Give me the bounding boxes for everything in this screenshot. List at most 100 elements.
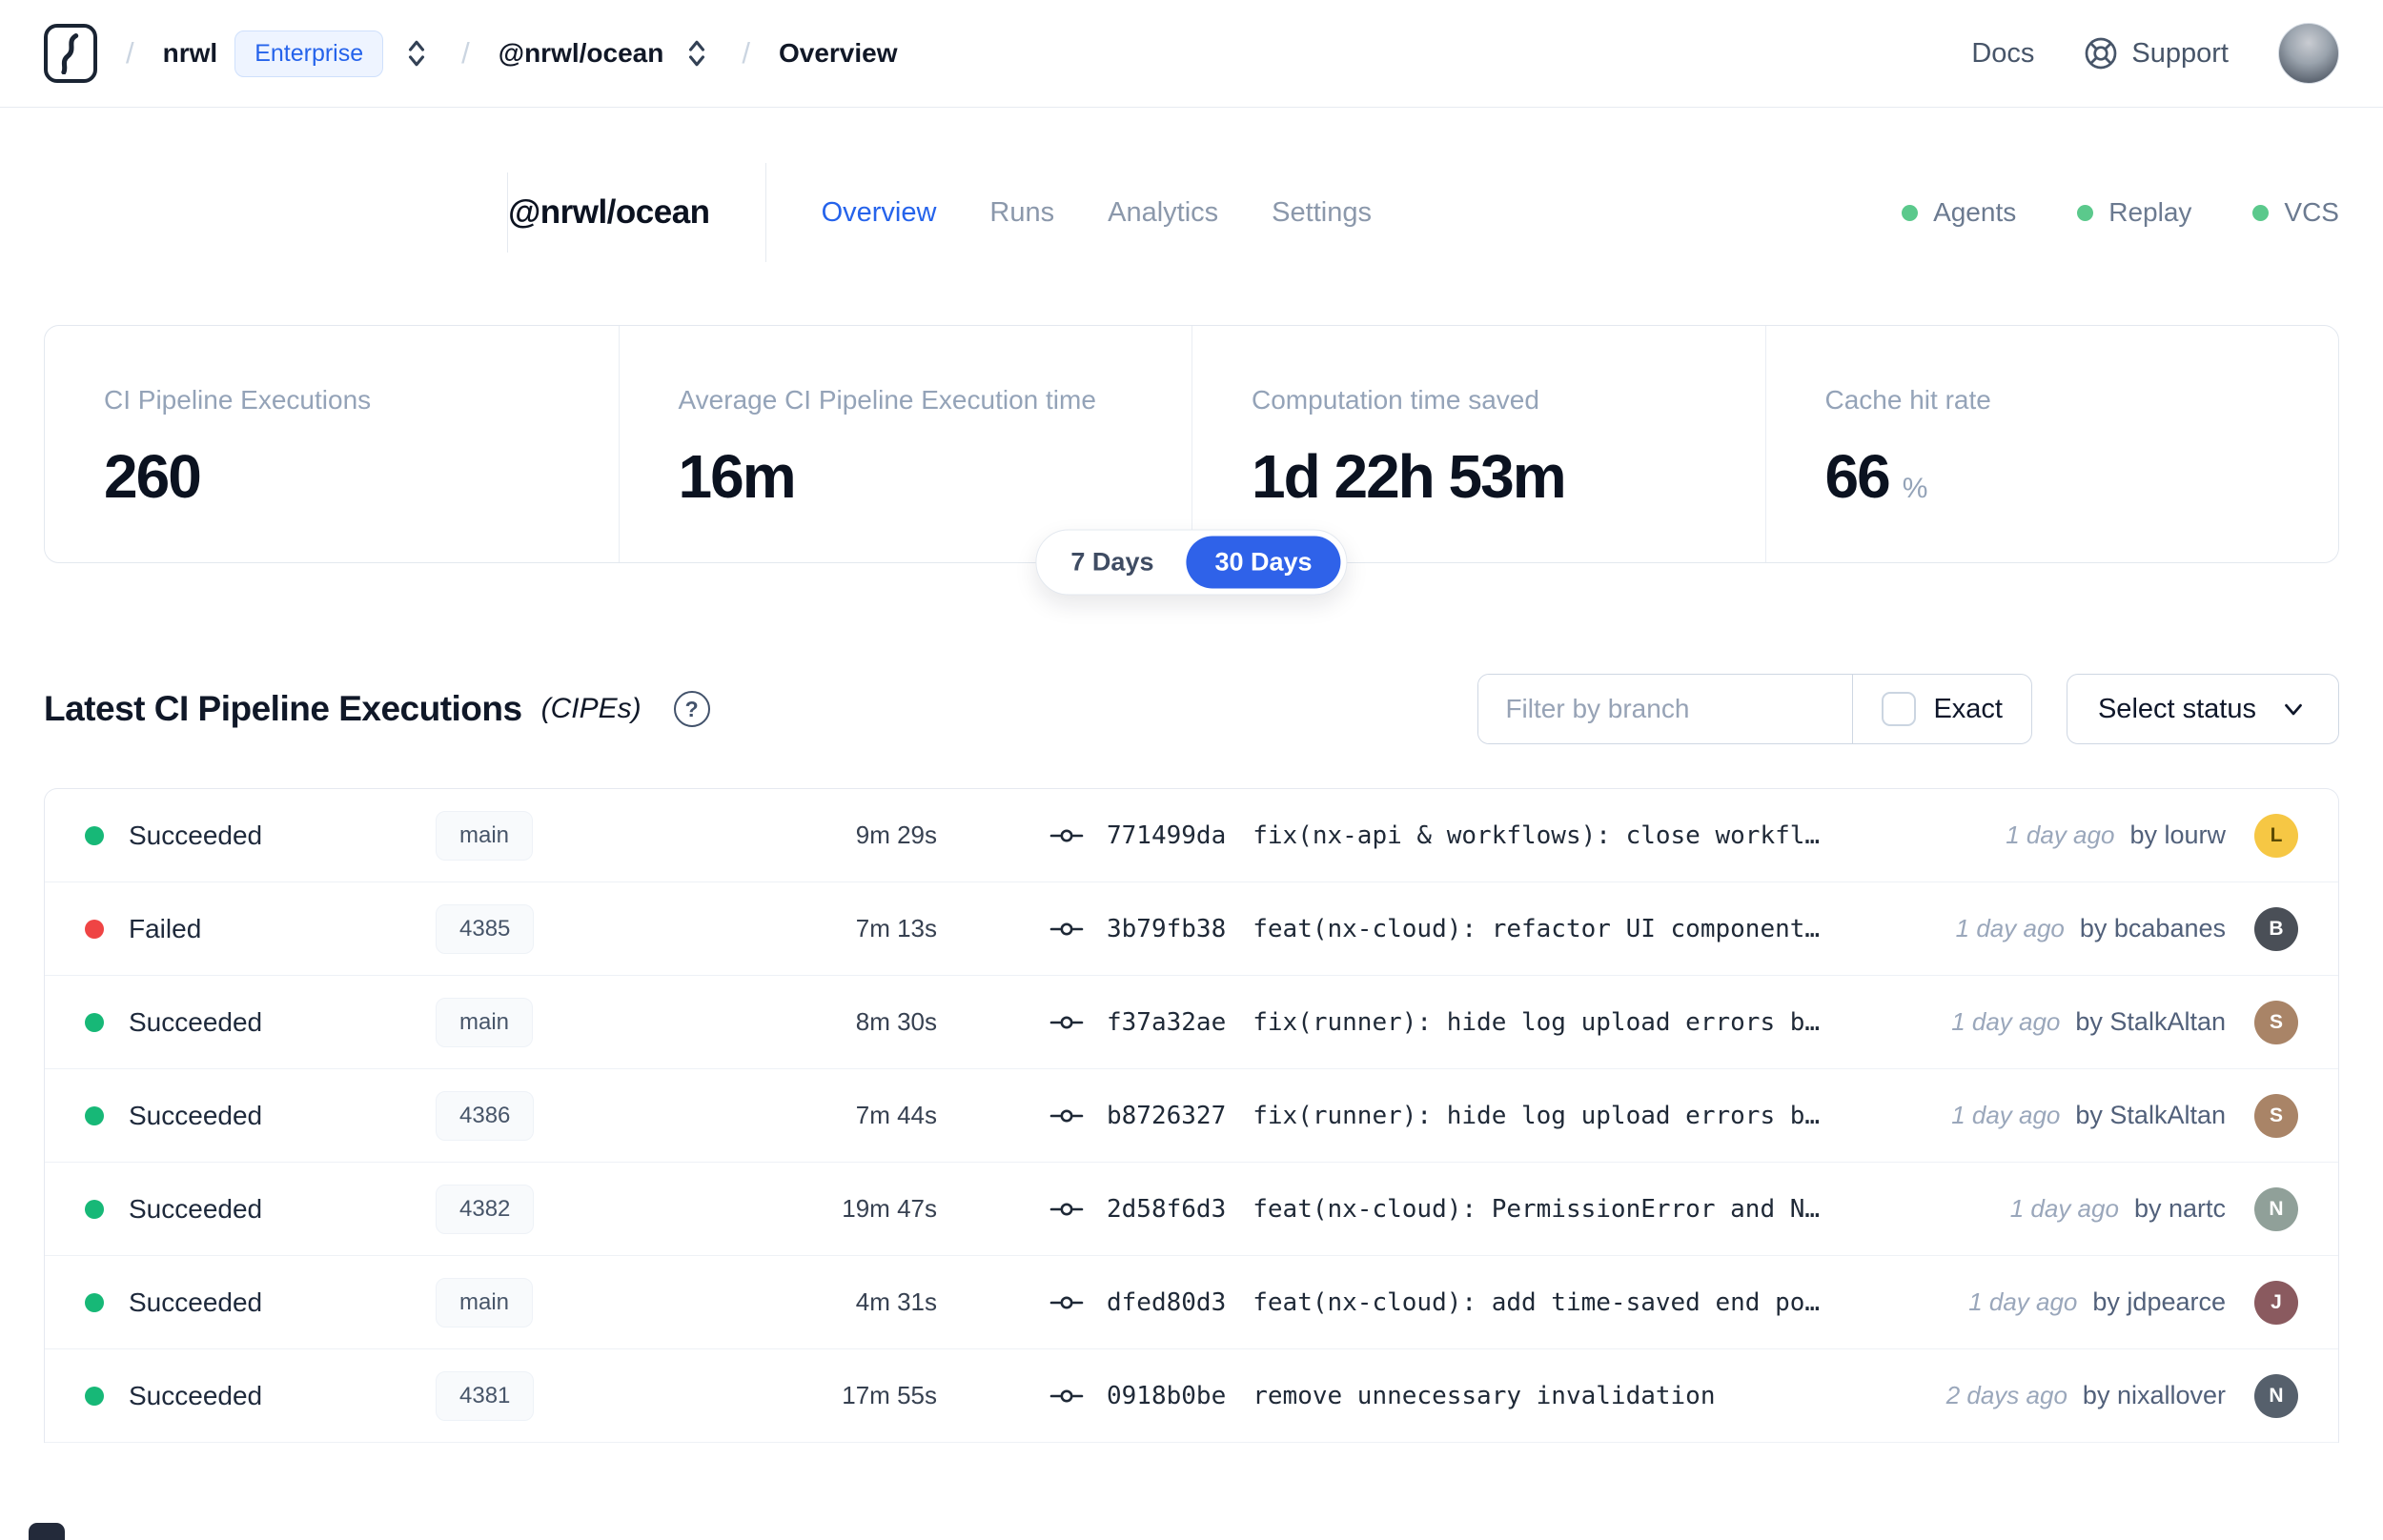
status-dot-icon bbox=[85, 1105, 104, 1125]
metric-card: Cache hit rate 66 % bbox=[1764, 326, 2339, 562]
status-label: Failed bbox=[129, 913, 202, 943]
workspace-tab[interactable]: Runs bbox=[989, 197, 1054, 229]
cipe-row[interactable]: Succeeded 4381 17m 55s 0918b0be remove u… bbox=[45, 1349, 2338, 1443]
enterprise-badge: Enterprise bbox=[234, 30, 384, 77]
chevron-down-icon bbox=[2285, 703, 2302, 716]
cipe-row[interactable]: Succeeded 4386 7m 44s b8726327 fix(runne… bbox=[45, 1069, 2338, 1163]
cipe-table: Succeeded main 9m 29s 771499da fix(nx-ap… bbox=[44, 788, 2339, 1443]
service-statuses: Agents Replay VCS bbox=[1835, 197, 2339, 228]
time-ago: 1 day ago bbox=[1955, 914, 2065, 942]
git-commit-icon bbox=[1049, 1389, 1084, 1402]
cipe-row[interactable]: Succeeded main 9m 29s 771499da fix(nx-ap… bbox=[45, 789, 2338, 882]
metric-value: 16m bbox=[678, 442, 797, 511]
service-status: Replay bbox=[2077, 197, 2191, 228]
metric-card: Computation time saved 1d 22h 53m bbox=[1192, 326, 1765, 562]
cipe-status: Succeeded bbox=[85, 1194, 436, 1225]
org-switcher-caret-icon[interactable] bbox=[400, 33, 433, 73]
author: by StalkAltan bbox=[2075, 1101, 2226, 1129]
author: by bcabanes bbox=[2079, 914, 2226, 942]
workspace-tab[interactable]: Analytics bbox=[1108, 197, 1218, 229]
cipe-filter-controls: Exact Select status bbox=[1477, 674, 2339, 744]
time-ago: 2 days ago bbox=[1945, 1381, 2067, 1409]
status-label: Succeeded bbox=[129, 820, 263, 850]
status-dot-icon bbox=[1902, 204, 1919, 221]
cipe-branch: main bbox=[436, 997, 664, 1047]
cipe-duration: 7m 13s bbox=[855, 914, 937, 942]
cipe-row[interactable]: Succeeded main 8m 30s f37a32ae fix(runne… bbox=[45, 976, 2338, 1069]
cipe-row[interactable]: Succeeded main 4m 31s dfed80d3 feat(nx-c… bbox=[45, 1256, 2338, 1349]
breadcrumb-workspace: @nrwl/ocean bbox=[499, 33, 714, 73]
workspace-tab[interactable]: Settings bbox=[1272, 197, 1372, 229]
status-label: Succeeded bbox=[129, 1193, 263, 1224]
branch-filter-box: Exact bbox=[1477, 674, 2032, 744]
commit-hash: b8726327 bbox=[1107, 1101, 1227, 1130]
metric-value: 260 bbox=[104, 442, 202, 511]
status-select-button[interactable]: Select status bbox=[2066, 674, 2339, 744]
cipe-commit: 771499da fix(nx-api & workflows): close … bbox=[1049, 821, 1820, 850]
git-commit-icon bbox=[1049, 922, 1084, 935]
support-link[interactable]: Support bbox=[2084, 36, 2229, 71]
metric-card: CI Pipeline Executions 260 bbox=[45, 326, 619, 562]
commit-message: fix(nx-api & workflows): close workfl… bbox=[1253, 821, 1821, 850]
commit-hash: 2d58f6d3 bbox=[1107, 1194, 1227, 1224]
status-dot-icon bbox=[85, 919, 104, 939]
cipe-meta: 1 day ago by StalkAltan S bbox=[1923, 1093, 2298, 1138]
user-avatar[interactable] bbox=[2278, 23, 2339, 84]
author-avatar: N bbox=[2254, 1186, 2298, 1231]
breadcrumb-separator: / bbox=[461, 36, 470, 70]
workspace-title: @nrwl/ocean bbox=[508, 193, 710, 231]
cipe-status: Succeeded bbox=[85, 1287, 436, 1318]
branch-badge: main bbox=[436, 810, 534, 861]
docs-link[interactable]: Docs bbox=[1971, 38, 2034, 70]
navbar-actions: Docs Support bbox=[1971, 23, 2339, 84]
status-dot-icon bbox=[85, 1012, 104, 1032]
workspace-switcher-caret-icon[interactable] bbox=[681, 33, 713, 73]
cipe-commit: b8726327 fix(runner): hide log upload er… bbox=[1049, 1102, 1820, 1130]
cipe-meta: 1 day ago by lourw L bbox=[1977, 813, 2298, 858]
author-avatar: L bbox=[2254, 813, 2298, 858]
git-commit-icon bbox=[1049, 1016, 1084, 1028]
metric-card: Average CI Pipeline Execution time 16m bbox=[618, 326, 1192, 562]
cipe-commit: 3b79fb38 feat(nx-cloud): refactor UI com… bbox=[1049, 915, 1820, 943]
cipe-branch: main bbox=[436, 810, 664, 861]
cipe-status: Succeeded bbox=[85, 1007, 436, 1038]
org-name[interactable]: nrwl bbox=[163, 38, 218, 69]
cipe-meta: 1 day ago by bcabanes B bbox=[1927, 906, 2298, 951]
cipe-row[interactable]: Succeeded 4382 19m 47s 2d58f6d3 feat(nx-… bbox=[45, 1163, 2338, 1256]
cipe-title: Latest CI Pipeline Executions bbox=[44, 689, 522, 728]
author-avatar: N bbox=[2254, 1373, 2298, 1418]
date-range-option[interactable]: 30 Days bbox=[1186, 536, 1341, 589]
metric-value: 66 bbox=[1824, 442, 1891, 511]
cipe-status: Failed bbox=[85, 914, 436, 944]
git-commit-icon bbox=[1049, 1296, 1084, 1308]
cipe-status: Succeeded bbox=[85, 1101, 436, 1131]
cipe-row[interactable]: Failed 4385 7m 13s 3b79fb38 feat(nx-clou… bbox=[45, 882, 2338, 976]
branch-filter-input[interactable] bbox=[1478, 675, 1853, 743]
branch-badge: main bbox=[436, 1277, 534, 1327]
workspace-tabs: Overview Runs Analytics Settings bbox=[822, 197, 1372, 229]
exact-checkbox[interactable] bbox=[1882, 692, 1917, 726]
cipe-branch: 4385 bbox=[436, 903, 664, 954]
nx-cloud-logo-icon[interactable] bbox=[44, 24, 97, 83]
cipe-branch: main bbox=[436, 1277, 664, 1327]
status-label: Succeeded bbox=[129, 1380, 263, 1410]
workspace-name[interactable]: @nrwl/ocean bbox=[499, 38, 664, 69]
cipe-meta: 1 day ago by StalkAltan S bbox=[1923, 1000, 2298, 1044]
commit-hash: 771499da bbox=[1107, 821, 1227, 850]
author-avatar: S bbox=[2254, 1000, 2298, 1044]
date-range-option[interactable]: 7 Days bbox=[1042, 537, 1182, 589]
branch-badge: 4385 bbox=[436, 903, 535, 954]
workspace-tab[interactable]: Overview bbox=[822, 197, 937, 229]
cipe-commit: 0918b0be remove unnecessary invalidation bbox=[1049, 1382, 1716, 1410]
breadcrumb-separator: / bbox=[126, 36, 134, 70]
author: by nixallover bbox=[2082, 1381, 2226, 1409]
git-commit-icon bbox=[1049, 1109, 1084, 1122]
commit-message: remove unnecessary invalidation bbox=[1253, 1381, 1716, 1410]
breadcrumb: / nrwl Enterprise / @nrwl/ocean / Overvi… bbox=[44, 24, 898, 83]
branch-badge: main bbox=[436, 997, 534, 1047]
time-ago: 1 day ago bbox=[1951, 1007, 2061, 1036]
time-ago: 1 day ago bbox=[2009, 1194, 2119, 1223]
help-icon[interactable]: ? bbox=[673, 691, 710, 727]
lifebuoy-icon bbox=[2086, 37, 2117, 70]
cipe-meta: 1 day ago by nartc N bbox=[1982, 1186, 2298, 1231]
